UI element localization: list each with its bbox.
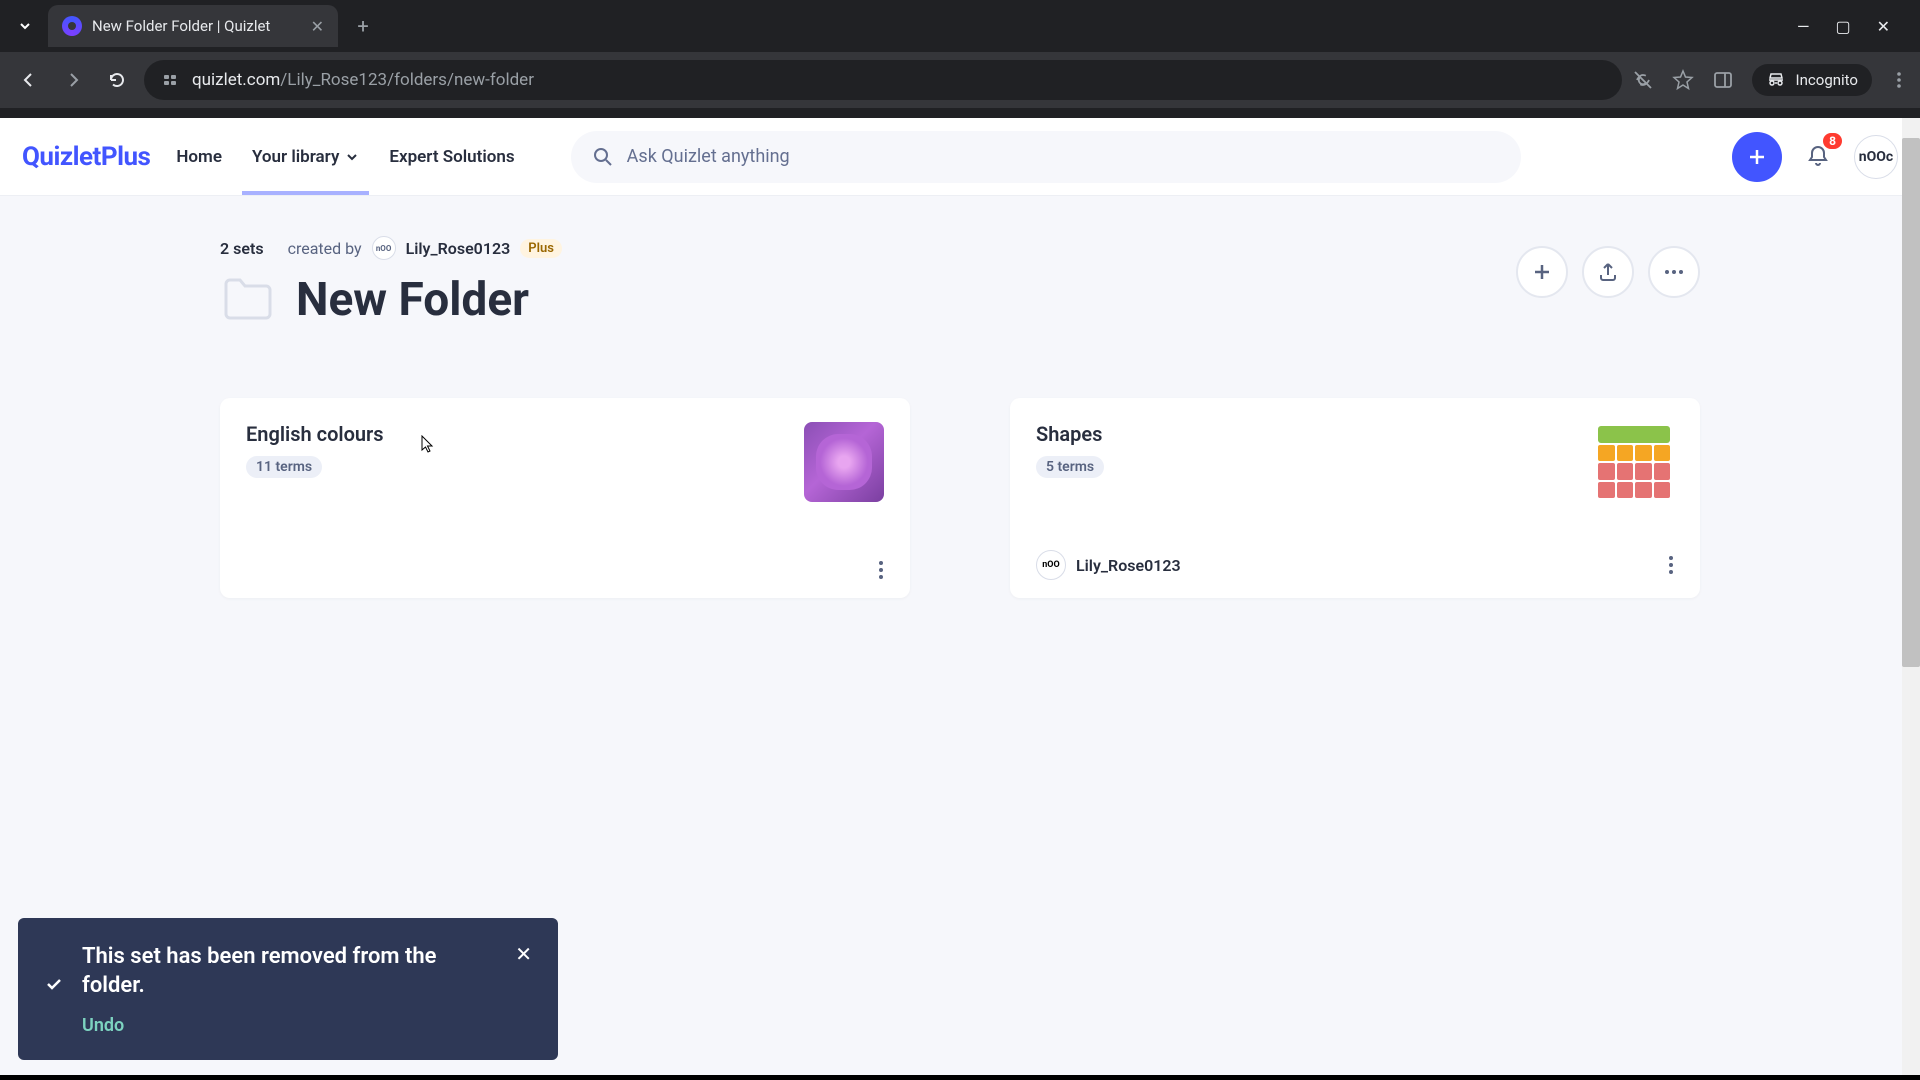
set-card[interactable]: English colours 11 terms (220, 398, 910, 598)
term-count-badge: 11 terms (246, 456, 322, 478)
browser-tab[interactable]: New Folder Folder | Quizlet ✕ (48, 5, 338, 47)
search-icon (593, 147, 613, 167)
search-placeholder: Ask Quizlet anything (627, 146, 790, 167)
browser-menu-icon[interactable] (1890, 71, 1908, 89)
nav-your-library[interactable]: Your library (252, 119, 359, 195)
tab-search-dropdown[interactable] (8, 9, 42, 43)
set-thumbnail (1594, 422, 1674, 502)
nav-links: Home Your library Expert Solutions (176, 119, 514, 195)
set-thumbnail (804, 422, 884, 502)
quizlet-favicon (62, 16, 82, 36)
toast-close-button[interactable]: ✕ (515, 942, 532, 966)
set-card[interactable]: Shapes 5 terms nOO Lily_Rose0123 (1010, 398, 1700, 598)
search-bar[interactable]: Ask Quizlet anything (571, 131, 1521, 183)
share-icon (1597, 261, 1619, 283)
url-bar: quizlet.com/Lily_Rose123/folders/new-fol… (0, 52, 1920, 108)
more-options-button[interactable] (1648, 246, 1700, 298)
plus-icon (1746, 146, 1768, 168)
plus-badge: Plus (520, 239, 562, 258)
nav-home[interactable]: Home (176, 119, 222, 195)
reload-button[interactable] (100, 63, 134, 97)
more-vertical-icon (1668, 555, 1674, 575)
taskbar (0, 1075, 1920, 1080)
notification-badge: 8 (1823, 133, 1842, 149)
folder-icon (220, 272, 276, 328)
share-button[interactable] (1582, 246, 1634, 298)
creator-avatar[interactable]: nOO (372, 236, 396, 260)
scrollbar-thumb[interactable] (1902, 138, 1920, 667)
scrollbar[interactable] (1902, 118, 1920, 1080)
tab-bar: New Folder Folder | Quizlet ✕ + — ▢ ✕ (0, 0, 1920, 52)
eye-off-icon[interactable] (1632, 69, 1654, 91)
created-by: created by nOO Lily_Rose0123 Plus (288, 236, 562, 260)
incognito-icon (1766, 70, 1786, 90)
creator-username[interactable]: Lily_Rose0123 (406, 239, 511, 258)
toast-undo-button[interactable]: Undo (82, 1015, 124, 1036)
forward-button[interactable] (56, 63, 90, 97)
back-button[interactable] (12, 63, 46, 97)
app-header: QuizletPlus Home Your library Expert Sol… (0, 118, 1920, 196)
toast-notification: This set has been removed from the folde… (18, 918, 558, 1060)
author-avatar: nOO (1036, 550, 1066, 580)
new-tab-button[interactable]: + (348, 11, 378, 41)
set-card-menu[interactable] (878, 560, 884, 580)
window-controls: — ▢ ✕ (1797, 17, 1912, 36)
url-text: quizlet.com/Lily_Rose123/folders/new-fol… (192, 70, 1604, 90)
create-button[interactable] (1732, 132, 1782, 182)
address-bar[interactable]: quizlet.com/Lily_Rose123/folders/new-fol… (144, 60, 1622, 100)
tab-close-button[interactable]: ✕ (311, 17, 324, 36)
author-name: Lily_Rose0123 (1076, 556, 1181, 575)
set-count: 2 sets (220, 239, 264, 258)
check-icon (44, 974, 64, 994)
more-horizontal-icon (1663, 269, 1685, 275)
nav-expert-solutions[interactable]: Expert Solutions (389, 119, 514, 195)
set-card-menu[interactable] (1668, 555, 1674, 575)
more-vertical-icon (878, 560, 884, 580)
toast-message: This set has been removed from the folde… (82, 942, 497, 1001)
folder-header: 2 sets created by nOO Lily_Rose0123 Plus… (220, 236, 1700, 328)
minimize-button[interactable]: — (1797, 17, 1810, 36)
set-author[interactable]: nOO Lily_Rose0123 (1036, 550, 1181, 580)
close-window-button[interactable]: ✕ (1877, 17, 1890, 36)
user-avatar[interactable]: nOOc (1854, 135, 1898, 179)
notifications-button[interactable]: 8 (1798, 137, 1838, 177)
browser-chrome: New Folder Folder | Quizlet ✕ + — ▢ ✕ qu… (0, 0, 1920, 118)
set-cards-grid: English colours 11 terms Shapes 5 (220, 398, 1700, 598)
quizlet-logo[interactable]: QuizletPlus (22, 142, 150, 172)
side-panel-icon[interactable] (1712, 69, 1734, 91)
chevron-down-icon (345, 150, 359, 164)
set-title: Shapes (1036, 422, 1104, 446)
site-settings-icon[interactable] (162, 72, 178, 88)
folder-title: New Folder (296, 273, 529, 327)
add-button[interactable] (1516, 246, 1568, 298)
set-title: English colours (246, 422, 384, 446)
term-count-badge: 5 terms (1036, 456, 1104, 478)
bookmark-star-icon[interactable] (1672, 69, 1694, 91)
incognito-badge[interactable]: Incognito (1752, 64, 1872, 96)
maximize-button[interactable]: ▢ (1835, 17, 1850, 36)
folder-actions (1516, 246, 1700, 298)
plus-icon (1531, 261, 1553, 283)
tab-title: New Folder Folder | Quizlet (92, 17, 301, 35)
